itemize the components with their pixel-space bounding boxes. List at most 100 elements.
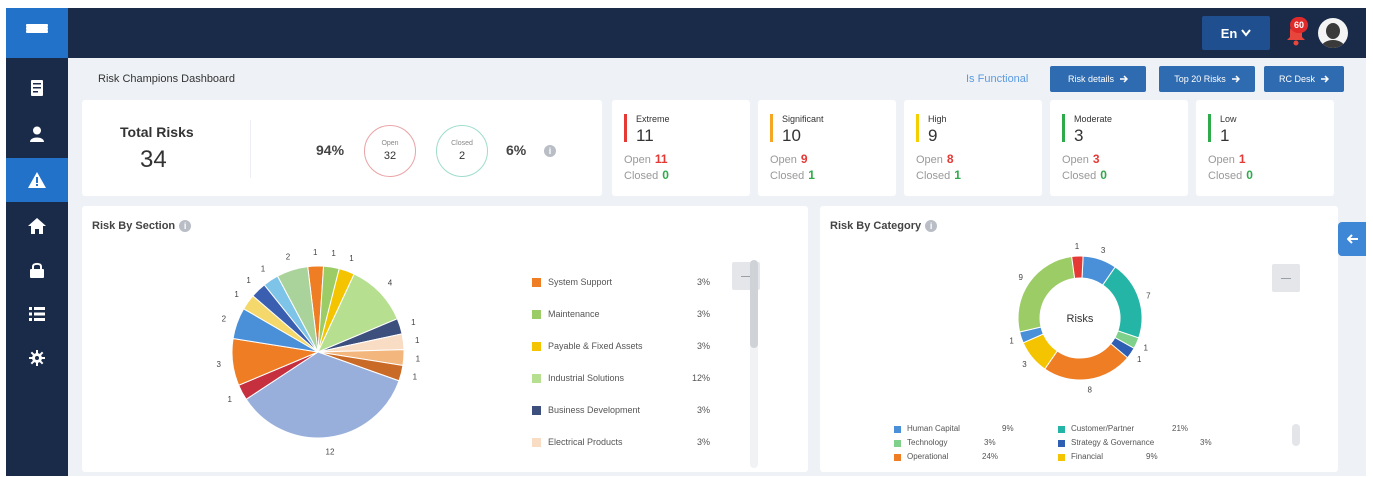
sidebar (6, 58, 68, 476)
legend-swatch (532, 310, 541, 319)
legend-item[interactable]: System Support 3% (532, 276, 710, 290)
total-risks-card: Total Risks 34 94% Open 32 Closed 2 6% i (82, 100, 602, 196)
sidebar-item-security[interactable] (6, 248, 68, 292)
slice-value-label: 1 (415, 336, 420, 345)
risk-details-label: Risk details (1067, 74, 1114, 84)
language-selector[interactable]: En (1202, 16, 1270, 50)
arrow-right-icon (1231, 75, 1240, 83)
sidebar-item-documents[interactable] (6, 66, 68, 110)
legend-item[interactable]: Business Development 3% (532, 404, 710, 418)
avatar[interactable] (1318, 18, 1348, 48)
severity-color-bar (1208, 114, 1211, 142)
legend-item[interactable]: Industrial Solutions 12% (532, 372, 710, 386)
legend-item[interactable]: Technology 3% (894, 438, 1024, 450)
home-icon (28, 218, 46, 234)
legend-swatch (1058, 426, 1065, 433)
severity-open-row: Open 8 (916, 152, 954, 166)
info-icon[interactable]: i (179, 220, 192, 232)
legend-scroll-thumb[interactable] (750, 260, 758, 348)
legend-pct: 24% (982, 452, 999, 461)
legend-item[interactable]: Operational 24% (894, 452, 1024, 464)
risk-details-button[interactable]: Risk details (1050, 66, 1146, 92)
is-functional-link[interactable]: Is Functional (966, 73, 1028, 85)
legend-item[interactable]: Payable & Fixed Assets 3% (532, 340, 710, 354)
notification-badge: 60 (1290, 17, 1308, 33)
closed-count: 0 (1246, 168, 1253, 182)
severity-open-row: Open 3 (1062, 152, 1100, 166)
legend-swatch (894, 440, 901, 447)
pie-slice[interactable] (1102, 266, 1143, 339)
info-icon[interactable]: i (925, 220, 938, 232)
rc-desk-button[interactable]: RC Desk (1264, 66, 1344, 92)
warning-icon (28, 172, 46, 188)
sidebar-item-users[interactable] (6, 112, 68, 156)
legend-name: Strategy & Governance (1071, 438, 1155, 447)
slice-value-label: 12 (326, 447, 335, 456)
category-donut-chart: 371183191Risks (1009, 242, 1151, 394)
severity-card-high[interactable]: High 9 Open 8 Closed 1 (904, 100, 1042, 196)
legend-name: Electrical Products (548, 437, 623, 447)
severity-closed-row: Closed 0 (1208, 168, 1253, 182)
pie-slice[interactable] (1044, 342, 1129, 381)
closed-percent: 6% (506, 142, 527, 158)
user-icon (30, 126, 44, 142)
slice-value-label: 7 (1146, 291, 1151, 300)
legend-item[interactable]: Customer/Partner 21% (1058, 424, 1198, 436)
legend-name: Financial (1071, 452, 1104, 461)
legend-item[interactable]: Maintenance 3% (532, 308, 710, 322)
legend-swatch (532, 374, 541, 383)
severity-card-moderate[interactable]: Moderate 3 Open 3 Closed 0 (1050, 100, 1188, 196)
slice-value-label: 1 (1075, 242, 1080, 251)
slice-value-label: 1 (313, 248, 318, 257)
chart-menu-button[interactable] (1272, 264, 1300, 292)
sidebar-item-home[interactable] (6, 204, 68, 248)
severity-count: 1 (1220, 126, 1230, 145)
app-window: En 60 Risk Champions Dashboard Is Functi… (6, 8, 1366, 476)
slice-value-label: 1 (411, 318, 416, 327)
severity-count: 3 (1074, 126, 1084, 145)
legend-swatch (1058, 440, 1065, 447)
legend-scrollbar[interactable] (1292, 424, 1300, 446)
legend-name: Operational (907, 452, 949, 461)
slice-value-label: 9 (1019, 273, 1024, 282)
gear-icon (29, 350, 45, 366)
closed-label: Closed (624, 170, 659, 182)
slice-value-label: 3 (1101, 246, 1106, 255)
top-bar: En 60 (6, 8, 1366, 58)
donut-center-label: Risks (1067, 313, 1094, 325)
page-header: Risk Champions Dashboard Is Functional R… (82, 64, 1344, 96)
top-20-risks-button[interactable]: Top 20 Risks (1159, 66, 1255, 92)
closed-label: Closed (1208, 170, 1243, 182)
closed-circle-value: 2 (458, 150, 466, 162)
menu-icon (1281, 277, 1291, 279)
severity-closed-row: Closed 0 (624, 168, 669, 182)
legend-pct: 3% (1200, 438, 1212, 447)
legend-pct: 3% (696, 437, 710, 447)
open-count: 1 (1238, 152, 1246, 166)
open-count: 9 (800, 152, 808, 166)
legend-name: Industrial Solutions (548, 373, 625, 383)
legend-pct: 9% (1146, 452, 1158, 461)
severity-open-row: Open 1 (1208, 152, 1246, 166)
severity-card-significant[interactable]: Significant 10 Open 9 Closed 1 (758, 100, 896, 196)
slice-value-label: 1 (416, 354, 421, 363)
legend-item[interactable]: Financial 9% (1058, 452, 1198, 464)
menu-button[interactable] (6, 8, 68, 58)
legend-name: Customer/Partner (1071, 424, 1135, 433)
legend-item[interactable]: Human Capital 9% (894, 424, 1024, 436)
legend-name: Payable & Fixed Assets (548, 341, 643, 351)
collapse-panel-button[interactable] (1338, 222, 1366, 256)
legend-swatch (532, 438, 541, 447)
sidebar-item-list[interactable] (6, 292, 68, 336)
legend-pct: 3% (984, 438, 996, 447)
arrow-right-icon (1321, 75, 1329, 83)
severity-card-low[interactable]: Low 1 Open 1 Closed 0 (1196, 100, 1334, 196)
open-label: Open (624, 154, 651, 166)
info-icon[interactable]: i (544, 145, 556, 157)
closed-count: 0 (1100, 168, 1107, 182)
sidebar-item-risks[interactable] (6, 158, 68, 202)
sidebar-item-settings[interactable] (6, 336, 68, 380)
severity-card-extreme[interactable]: Extreme 11 Open 11 Closed 0 (612, 100, 750, 196)
legend-item[interactable]: Strategy & Governance 3% (1058, 438, 1218, 450)
legend-item[interactable]: Electrical Products 3% (532, 436, 710, 450)
